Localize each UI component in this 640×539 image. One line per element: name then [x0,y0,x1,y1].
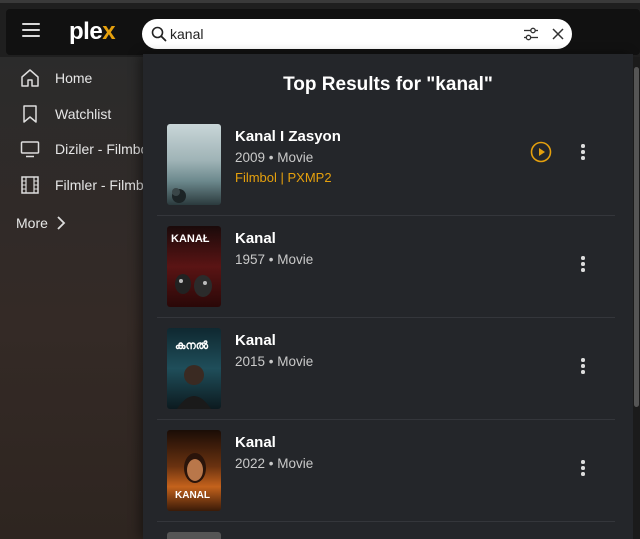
top-bar: plex [0,0,640,57]
sidebar-item-filmler[interactable]: Filmler - Filmbol [0,170,143,200]
search-icon [151,26,167,42]
more-options-icon[interactable] [577,144,589,164]
more-options-icon[interactable] [577,358,589,378]
top-bar-inner: plex [6,9,640,55]
more-button[interactable]: More [16,215,66,231]
chevron-right-icon [57,216,66,230]
poster-image[interactable]: KANAŁ [167,226,221,307]
play-icon[interactable] [530,141,552,163]
plex-logo[interactable]: plex [69,18,116,46]
result-title[interactable]: Kanal [235,434,276,451]
result-meta: 2009 • Movie [235,150,314,165]
filter-icon[interactable] [523,26,539,42]
menu-icon[interactable] [22,23,40,37]
more-label: More [16,215,48,231]
sidebar-item-watchlist[interactable]: Watchlist [0,99,143,129]
result-title[interactable]: Kanal [235,332,276,349]
scrollbar-thumb[interactable] [634,67,639,407]
poster-image[interactable] [167,124,221,205]
sidebar-item-label: Filmler - Filmbol [55,177,143,193]
result-title[interactable]: Kanal I Zasyon [235,128,341,145]
result-source: Filmbol | PXMP2 [235,170,332,185]
poster-image[interactable]: KANAL [167,430,221,511]
result-meta: 2022 • Movie [235,456,314,471]
tv-icon [20,141,40,158]
result-title[interactable]: Kanal [235,230,276,247]
poster-image[interactable]: കനൽ [167,328,221,409]
bookmark-icon [23,105,37,123]
close-icon[interactable] [551,27,565,41]
result-item[interactable]: KANAŁ Kanal 1957 • Movie [157,216,615,318]
film-icon [21,176,39,194]
result-item[interactable]: KANAL Kanal 2022 • Movie [157,420,615,522]
poster-text: KANAL [175,490,210,501]
sidebar-item-label: Watchlist [55,106,112,122]
search-results-panel: Top Results for "kanal" Kanal I Zasyon 2… [143,54,633,539]
more-options-icon[interactable] [577,460,589,480]
sidebar-item-diziler[interactable]: Diziler - Filmbol [0,134,143,164]
result-meta: 1957 • Movie [235,252,314,267]
search-input[interactable] [170,24,510,44]
search-box [142,19,572,49]
results-title: Top Results for "kanal" [283,74,493,95]
partial-poster [167,532,221,539]
home-icon [21,69,39,87]
sidebar: Home Watchlist Diziler - Filmbol Filmler… [0,57,143,539]
scrollbar[interactable] [633,57,640,539]
result-meta: 2015 • Movie [235,354,314,369]
result-item[interactable]: Kanal I Zasyon 2009 • Movie Filmbol | PX… [157,114,615,216]
sidebar-item-label: Home [55,70,93,86]
result-item[interactable]: കനൽ Kanal 2015 • Movie [157,318,615,420]
sidebar-item-label: Diziler - Filmbol [55,141,143,157]
more-options-icon[interactable] [577,256,589,276]
sidebar-item-home[interactable]: Home [0,63,143,93]
